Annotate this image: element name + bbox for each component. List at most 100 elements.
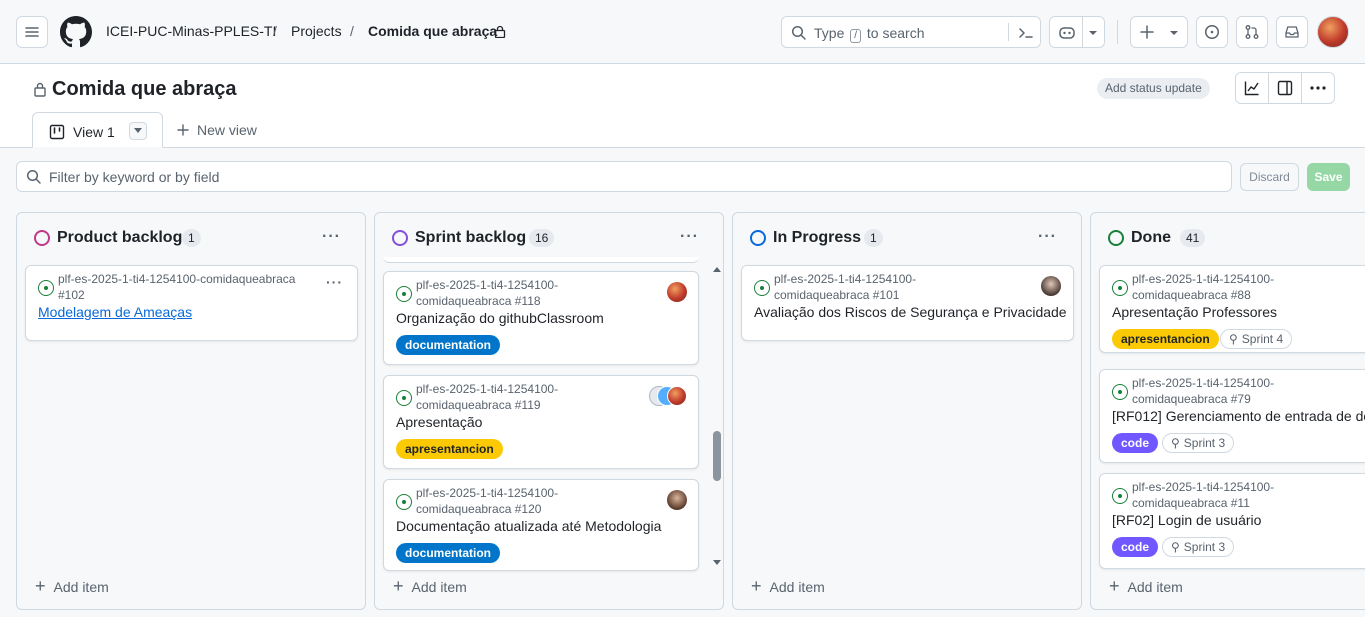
column-header: Done 41	[1091, 213, 1365, 261]
card-repo: plf-es-2025-1-ti4-1254100-comidaqueabrac…	[1132, 480, 1275, 510]
label-code[interactable]: code	[1112, 433, 1159, 453]
breadcrumb-org[interactable]: ICEI-PUC-Minas-PPLES-TI	[106, 23, 276, 39]
new-view-label: New view	[197, 122, 257, 138]
column-title: Product backlog	[57, 229, 183, 246]
copilot-icon	[1059, 27, 1075, 39]
pull-request-icon	[1245, 25, 1259, 39]
card-title[interactable]: Apresentação	[396, 414, 482, 430]
card-title[interactable]: Modelagem de Ameaças	[38, 304, 192, 320]
issue-open-icon	[396, 286, 412, 302]
issue-open-icon	[754, 280, 770, 296]
column-scrollbar[interactable]	[711, 265, 723, 571]
scroll-up-arrow-icon[interactable]	[712, 265, 722, 273]
sprint-token[interactable]: ⚲ Sprint 3	[1162, 537, 1235, 557]
assignee-avatar	[1041, 276, 1061, 296]
issue-opened-icon	[1204, 24, 1220, 40]
column-title: Sprint backlog	[415, 229, 527, 246]
column-product-backlog: Product backlog 1 ··· plf-es-2025-1-ti4-…	[16, 212, 366, 610]
new-view-button[interactable]: New view	[177, 122, 257, 138]
card-menu-button[interactable]: ···	[326, 274, 343, 290]
label-apresentancion[interactable]: apresentancion	[396, 439, 503, 459]
command-palette-icon[interactable]	[1018, 25, 1034, 41]
card-repo: plf-es-2025-1-ti4-1254100-comidaqueabrac…	[416, 486, 559, 516]
card-title[interactable]: Documentação atualizada até Metodologia	[396, 518, 661, 534]
scrollbar-thumb[interactable]	[713, 431, 721, 481]
sidebar-icon	[1277, 80, 1293, 96]
column-menu-button[interactable]: ···	[680, 228, 699, 246]
label-documentation[interactable]: documentation	[396, 335, 500, 355]
tab-view-1[interactable]: View 1	[32, 112, 163, 148]
label-code[interactable]: code	[1112, 537, 1159, 557]
column-menu-button[interactable]: ···	[1038, 228, 1057, 246]
issue-open-icon	[1112, 280, 1128, 296]
breadcrumb-project[interactable]: Comida que abraça	[368, 23, 497, 39]
user-avatar[interactable]	[1317, 16, 1349, 48]
item-card[interactable]: plf-es-2025-1-ti4-1254100-comidaqueabrac…	[383, 479, 699, 571]
copilot-divider	[1082, 17, 1083, 47]
iteration-icon: ⚲	[1229, 332, 1238, 346]
item-card[interactable]: plf-es-2025-1-ti4-1254100-comidaqueabrac…	[1099, 265, 1365, 353]
discard-button[interactable]: Discard	[1240, 163, 1299, 191]
assignee-avatar	[667, 490, 687, 510]
sprint-label: Sprint 4	[1241, 332, 1284, 346]
breadcrumb-separator: /	[273, 23, 277, 39]
add-item-button[interactable]: + Add item	[751, 576, 825, 597]
inbox-icon	[1285, 26, 1299, 38]
board-view-icon	[49, 124, 65, 140]
global-header: ICEI-PUC-Minas-PPLES-TI / Projects / Com…	[0, 0, 1365, 64]
project-menu-button[interactable]	[1301, 72, 1335, 104]
item-card[interactable]: plf-es-2025-1-ti4-1254100-comidaqueabrac…	[25, 265, 358, 341]
copilot-button[interactable]	[1049, 16, 1105, 48]
tab-options-button[interactable]	[129, 122, 147, 140]
scroll-down-arrow-icon[interactable]	[712, 559, 722, 567]
label-documentation[interactable]: documentation	[396, 543, 500, 563]
create-new-button[interactable]	[1130, 16, 1188, 48]
breadcrumb-projects[interactable]: Projects	[291, 23, 342, 39]
hamburger-icon	[25, 27, 39, 37]
column-menu-button[interactable]: ···	[322, 228, 341, 246]
card-title[interactable]: Avaliação dos Riscos de Segurança e Priv…	[754, 304, 1067, 320]
chevron-down-icon	[1170, 31, 1178, 35]
card-title[interactable]: [RF012] Gerenciamento de entrada de do	[1112, 408, 1365, 424]
search-icon	[26, 169, 41, 184]
add-item-button[interactable]: + Add item	[1109, 576, 1183, 597]
item-card[interactable]: plf-es-2025-1-ti4-1254100-comidaqueabrac…	[741, 265, 1074, 341]
pull-requests-button[interactable]	[1236, 16, 1268, 48]
tabs-divider	[0, 147, 1365, 148]
column-title: In Progress	[773, 229, 862, 246]
iteration-icon: ⚲	[1171, 436, 1180, 450]
item-card[interactable]: plf-es-2025-1-ti4-1254100-comidaqueabrac…	[1099, 473, 1365, 569]
add-item-button[interactable]: + Add item	[393, 576, 467, 597]
card-repo: plf-es-2025-1-ti4-1254100-comidaqueabrac…	[416, 382, 559, 412]
item-card[interactable]: plf-es-2025-1-ti4-1254100-comidaqueabrac…	[383, 271, 699, 365]
assignee-avatar	[667, 386, 687, 406]
issues-button[interactable]	[1196, 16, 1228, 48]
add-status-update-button[interactable]: Add status update	[1097, 78, 1210, 99]
card-title[interactable]: Apresentação Professores	[1112, 304, 1277, 320]
inbox-button[interactable]	[1276, 16, 1308, 48]
save-button[interactable]: Save	[1307, 163, 1350, 191]
label-apresentancion[interactable]: apresentancion	[1112, 329, 1219, 349]
column-done: Done 41 plf-es-2025-1-ti4-1254100-comida…	[1090, 212, 1365, 610]
item-card[interactable]: plf-es-2025-1-ti4-1254100-comidaqueabrac…	[1099, 369, 1365, 463]
side-panel-button[interactable]	[1268, 72, 1302, 104]
sprint-label: Sprint 3	[1183, 540, 1226, 554]
insights-button[interactable]	[1235, 72, 1269, 104]
kebab-horizontal-icon	[1310, 86, 1326, 90]
column-header: Sprint backlog 16 ···	[375, 213, 723, 261]
sprint-token[interactable]: ⚲ Sprint 4	[1220, 329, 1293, 349]
column-count: 41	[1180, 229, 1206, 247]
issue-open-icon	[396, 494, 412, 510]
filter-input[interactable]: Filter by keyword or by field	[16, 161, 1232, 192]
menu-button[interactable]	[16, 16, 48, 48]
sprint-token[interactable]: ⚲ Sprint 3	[1162, 433, 1235, 453]
item-card[interactable]: plf-es-2025-1-ti4-1254100-comidaqueabrac…	[383, 375, 699, 469]
graph-icon	[1244, 81, 1259, 96]
card-title[interactable]: Organização do githubClassroom	[396, 310, 604, 326]
card-title[interactable]: [RF02] Login de usuário	[1112, 512, 1261, 528]
search-input[interactable]: Type / to search	[781, 16, 1041, 48]
github-logo-icon[interactable]	[60, 16, 92, 48]
add-item-label: Add item	[411, 579, 467, 595]
tab-label: View 1	[73, 124, 115, 140]
add-item-button[interactable]: + Add item	[35, 576, 109, 597]
